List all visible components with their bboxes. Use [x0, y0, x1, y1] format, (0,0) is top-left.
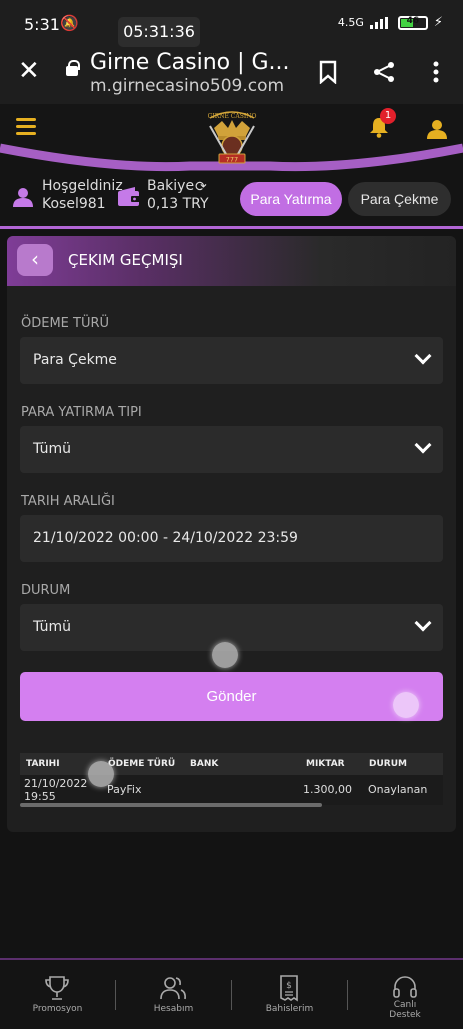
table-header: TARIHI ÖDEME TÜRÜ BANK MIKTAR DURUM: [20, 753, 443, 775]
chevron-down-icon: [414, 436, 432, 454]
col-payment-type: ÖDEME TÜRÜ: [108, 759, 176, 769]
bottom-nav: Promosyon Hesabım $ Bahislerim Canlı Des…: [0, 958, 463, 1029]
receipt-icon: $: [280, 975, 298, 1002]
battery-icon: 46: [397, 15, 428, 30]
more-icon[interactable]: [432, 60, 440, 90]
nav-label: Bahislerim: [265, 1004, 314, 1014]
status-label: DURUM: [21, 583, 71, 598]
date-range-label: TARIH ARALIĞI: [21, 494, 115, 509]
payment-type-value: Para Çekme: [33, 352, 117, 368]
balance-label: Bakiye: [147, 178, 195, 194]
wallet-icon: [117, 187, 141, 211]
url-text[interactable]: m.girnecasino509.com: [90, 76, 284, 96]
row-amount: 1.300,00: [303, 783, 352, 796]
page-title: Girne Casino | G...: [90, 50, 290, 75]
account-bar: Hoşgeldiniz Kosel981 Bakiye ⟳ 0,13 TRY P…: [0, 176, 463, 226]
date-range-value: 21/10/2022 00:00 - 24/10/2022 23:59: [33, 530, 298, 546]
nav-bets[interactable]: $ Bahislerim: [232, 960, 347, 1029]
submit-button[interactable]: Gönder: [20, 672, 443, 721]
table-row[interactable]: 21/10/2022 19:55 PayFix 1.300,00 Onaylan…: [20, 775, 443, 805]
bookmark-icon[interactable]: [318, 60, 338, 90]
battery-level: 46: [406, 15, 420, 26]
user-icon: [12, 186, 34, 212]
close-icon[interactable]: ✕: [18, 56, 40, 86]
balance-value: 0,13 TRY: [147, 196, 209, 212]
col-status: DURUM: [369, 759, 407, 769]
nav-label: Hesabım: [153, 1004, 194, 1014]
trophy-icon: [45, 976, 69, 1000]
svg-text:GIRNE CASINO: GIRNE CASINO: [208, 113, 257, 120]
refresh-icon[interactable]: ⟳: [195, 179, 207, 195]
svg-text:$: $: [286, 981, 292, 991]
headset-icon: [393, 976, 417, 998]
welcome-text: Hoşgeldiniz: [42, 178, 123, 194]
chevron-left-icon: ‹: [31, 247, 39, 271]
nav-label: Promosyon: [32, 1004, 83, 1014]
users-icon: [160, 977, 186, 1000]
payment-type-label: ÖDEME TÜRÜ: [21, 316, 110, 331]
row-type: PayFix: [107, 783, 142, 796]
nav-promotions[interactable]: Promosyon: [0, 960, 115, 1029]
row-date: 21/10/2022: [24, 777, 88, 790]
touch-indicator: [393, 692, 419, 718]
touch-indicator: [88, 761, 114, 787]
deposit-type-value: Tümü: [33, 441, 72, 457]
username-text: Kosel981: [42, 196, 106, 212]
col-amount: MIKTAR: [306, 759, 345, 769]
touch-indicator: [212, 642, 238, 668]
deposit-type-select[interactable]: Tümü: [20, 426, 443, 473]
withdrawal-history-panel: ‹ ÇEKIM GEÇMIŞI ÖDEME TÜRÜ Para Çekme PA…: [7, 236, 456, 832]
lock-icon: [66, 60, 80, 76]
date-range-input[interactable]: 21/10/2022 00:00 - 24/10/2022 23:59: [20, 515, 443, 562]
col-date: TARIHI: [26, 759, 60, 769]
back-button[interactable]: ‹: [17, 244, 53, 276]
signal-icon: [369, 16, 392, 29]
row-time: 19:55: [24, 790, 56, 803]
share-icon[interactable]: [372, 60, 396, 90]
user-profile-icon[interactable]: [426, 118, 448, 144]
casino-logo[interactable]: GIRNE CASINO 777: [200, 108, 264, 170]
panel-title: ÇEKIM GEÇMIŞI: [68, 251, 183, 269]
chevron-down-icon: [414, 347, 432, 365]
payment-type-select[interactable]: Para Çekme: [20, 337, 443, 384]
panel-header: ‹ ÇEKIM GEÇMIŞI: [7, 236, 456, 286]
network-label: 4.5G: [337, 16, 364, 29]
app-root: 5:31 🔕 05:31:36 4.5G 46 ⚡ ✕ Girne Casino…: [0, 0, 463, 1029]
menu-icon[interactable]: [16, 118, 36, 139]
nav-label: Canlı Destek: [389, 1000, 421, 1020]
status-right: 4.5G 46 ⚡: [338, 15, 443, 30]
withdraw-button[interactable]: Para Çekme: [348, 182, 451, 216]
row-status: Onaylanan: [368, 783, 428, 796]
status-bar: 5:31 🔕 05:31:36 4.5G 46 ⚡: [0, 0, 463, 47]
col-bank: BANK: [190, 759, 219, 769]
table-scrollbar[interactable]: [20, 803, 322, 807]
nav-account[interactable]: Hesabım: [116, 960, 231, 1029]
status-value: Tümü: [33, 619, 72, 635]
svg-text:777: 777: [226, 156, 238, 164]
bell-off-icon: 🔕: [60, 14, 79, 32]
charging-icon: ⚡: [433, 15, 443, 30]
status-time: 5:31: [24, 15, 60, 34]
accent-divider: [0, 226, 463, 229]
nav-live-support[interactable]: Canlı Destek: [348, 960, 463, 1029]
notification-badge: 1: [380, 108, 396, 124]
deposit-type-label: PARA YATIRMA TIPI: [21, 405, 142, 420]
clock-pill: 05:31:36: [118, 17, 200, 47]
browser-toolbar: ✕ Girne Casino | G... m.girnecasino509.c…: [0, 46, 463, 104]
deposit-button[interactable]: Para Yatırma: [240, 182, 342, 216]
chevron-down-icon: [414, 614, 432, 632]
